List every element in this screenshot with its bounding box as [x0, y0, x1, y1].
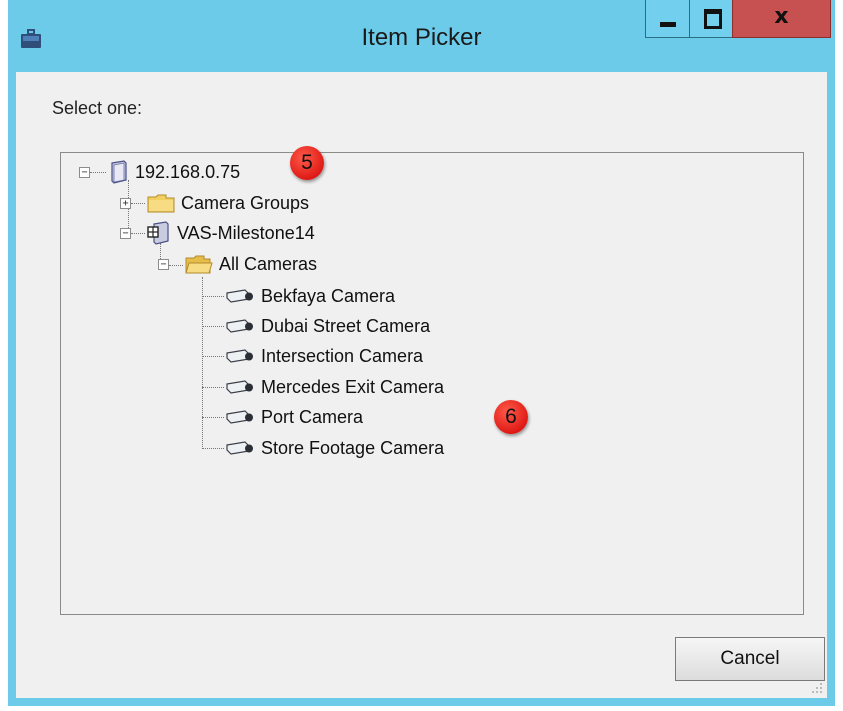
server-collapse-toggle[interactable]: − [120, 228, 131, 239]
server-icon [111, 160, 127, 184]
tree-line-cam4 [202, 387, 224, 388]
tree-node-camera-groups[interactable]: Camera Groups [147, 189, 309, 217]
tree-line-cam5 [202, 417, 224, 418]
tree-line-cam6 [202, 448, 224, 449]
tree-node-camera[interactable]: Intersection Camera [225, 342, 423, 370]
camera-icon [226, 410, 253, 424]
close-icon: x [774, 4, 789, 29]
folder-icon [147, 194, 175, 213]
recording-server-icon [147, 221, 169, 245]
camera-icon [226, 441, 253, 455]
item-picker-window: Item Picker x Select one: − 192.168.0.75… [8, 0, 835, 706]
tree-node-camera[interactable]: Port Camera [225, 403, 363, 431]
resize-grip-icon[interactable] [811, 682, 823, 694]
tree-line-cam3 [202, 356, 224, 357]
maximize-button[interactable] [689, 0, 733, 38]
camera-groups-expand-toggle[interactable]: + [120, 198, 131, 209]
tree-node-camera[interactable]: Mercedes Exit Camera [225, 373, 444, 401]
tree-node-camera-label: Store Footage Camera [261, 437, 445, 458]
tree-node-recording-server-label: VAS-Milestone14 [177, 222, 315, 243]
tree-node-camera-label: Intersection Camera [261, 345, 424, 366]
open-folder-icon [185, 255, 213, 274]
dialog-body: Select one: − 192.168.0.75 + Camera Grou… [16, 72, 827, 698]
all-cameras-collapse-toggle[interactable]: − [158, 259, 169, 270]
camera-icon [226, 349, 253, 363]
select-prompt: Select one: [52, 98, 143, 118]
item-tree[interactable]: − 192.168.0.75 + Camera Groups − VAS-Mil… [60, 146, 804, 615]
tree-line-cameras [202, 277, 203, 449]
tree-node-camera-label: Mercedes Exit Camera [261, 376, 445, 397]
root-collapse-toggle[interactable]: − [79, 167, 90, 178]
tree-node-camera-label: Bekfaya Camera [261, 285, 396, 306]
tree-line-allcams-h [169, 265, 183, 266]
tree-node-recording-server[interactable]: VAS-Milestone14 [147, 219, 315, 247]
tree-node-camera-label: Port Camera [261, 406, 364, 427]
camera-icon [226, 380, 253, 394]
tree-node-all-cameras[interactable]: All Cameras [185, 250, 317, 278]
tree-node-camera[interactable]: Bekfaya Camera [225, 282, 395, 310]
tree-line-cam2 [202, 326, 224, 327]
annotation-badge: 6 [494, 400, 528, 434]
camera-icon [226, 289, 253, 303]
camera-icon [226, 319, 253, 333]
title-bar[interactable]: Item Picker x [8, 0, 835, 80]
tree-line-cam1 [202, 296, 224, 297]
tree-node-camera-groups-label: Camera Groups [181, 192, 310, 213]
tree-node-camera-label: Dubai Street Camera [261, 315, 431, 336]
minimize-button[interactable] [645, 0, 690, 38]
tree-node-root[interactable]: 192.168.0.75 [109, 158, 240, 186]
tree-line-server-h [131, 233, 145, 234]
tree-node-camera[interactable]: Store Footage Camera [225, 434, 444, 462]
cancel-button[interactable]: Cancel [675, 637, 825, 681]
tree-line-groups-h [131, 203, 145, 204]
tree-node-all-cameras-label: All Cameras [219, 253, 318, 274]
tree-node-root-label: 192.168.0.75 [135, 161, 241, 182]
annotation-badge: 5 [290, 146, 324, 180]
tree-node-camera[interactable]: Dubai Street Camera [225, 312, 430, 340]
maximize-icon [704, 9, 722, 29]
tree-line-root-h [90, 172, 106, 173]
close-button[interactable]: x [732, 0, 831, 38]
minimize-icon [660, 22, 676, 27]
